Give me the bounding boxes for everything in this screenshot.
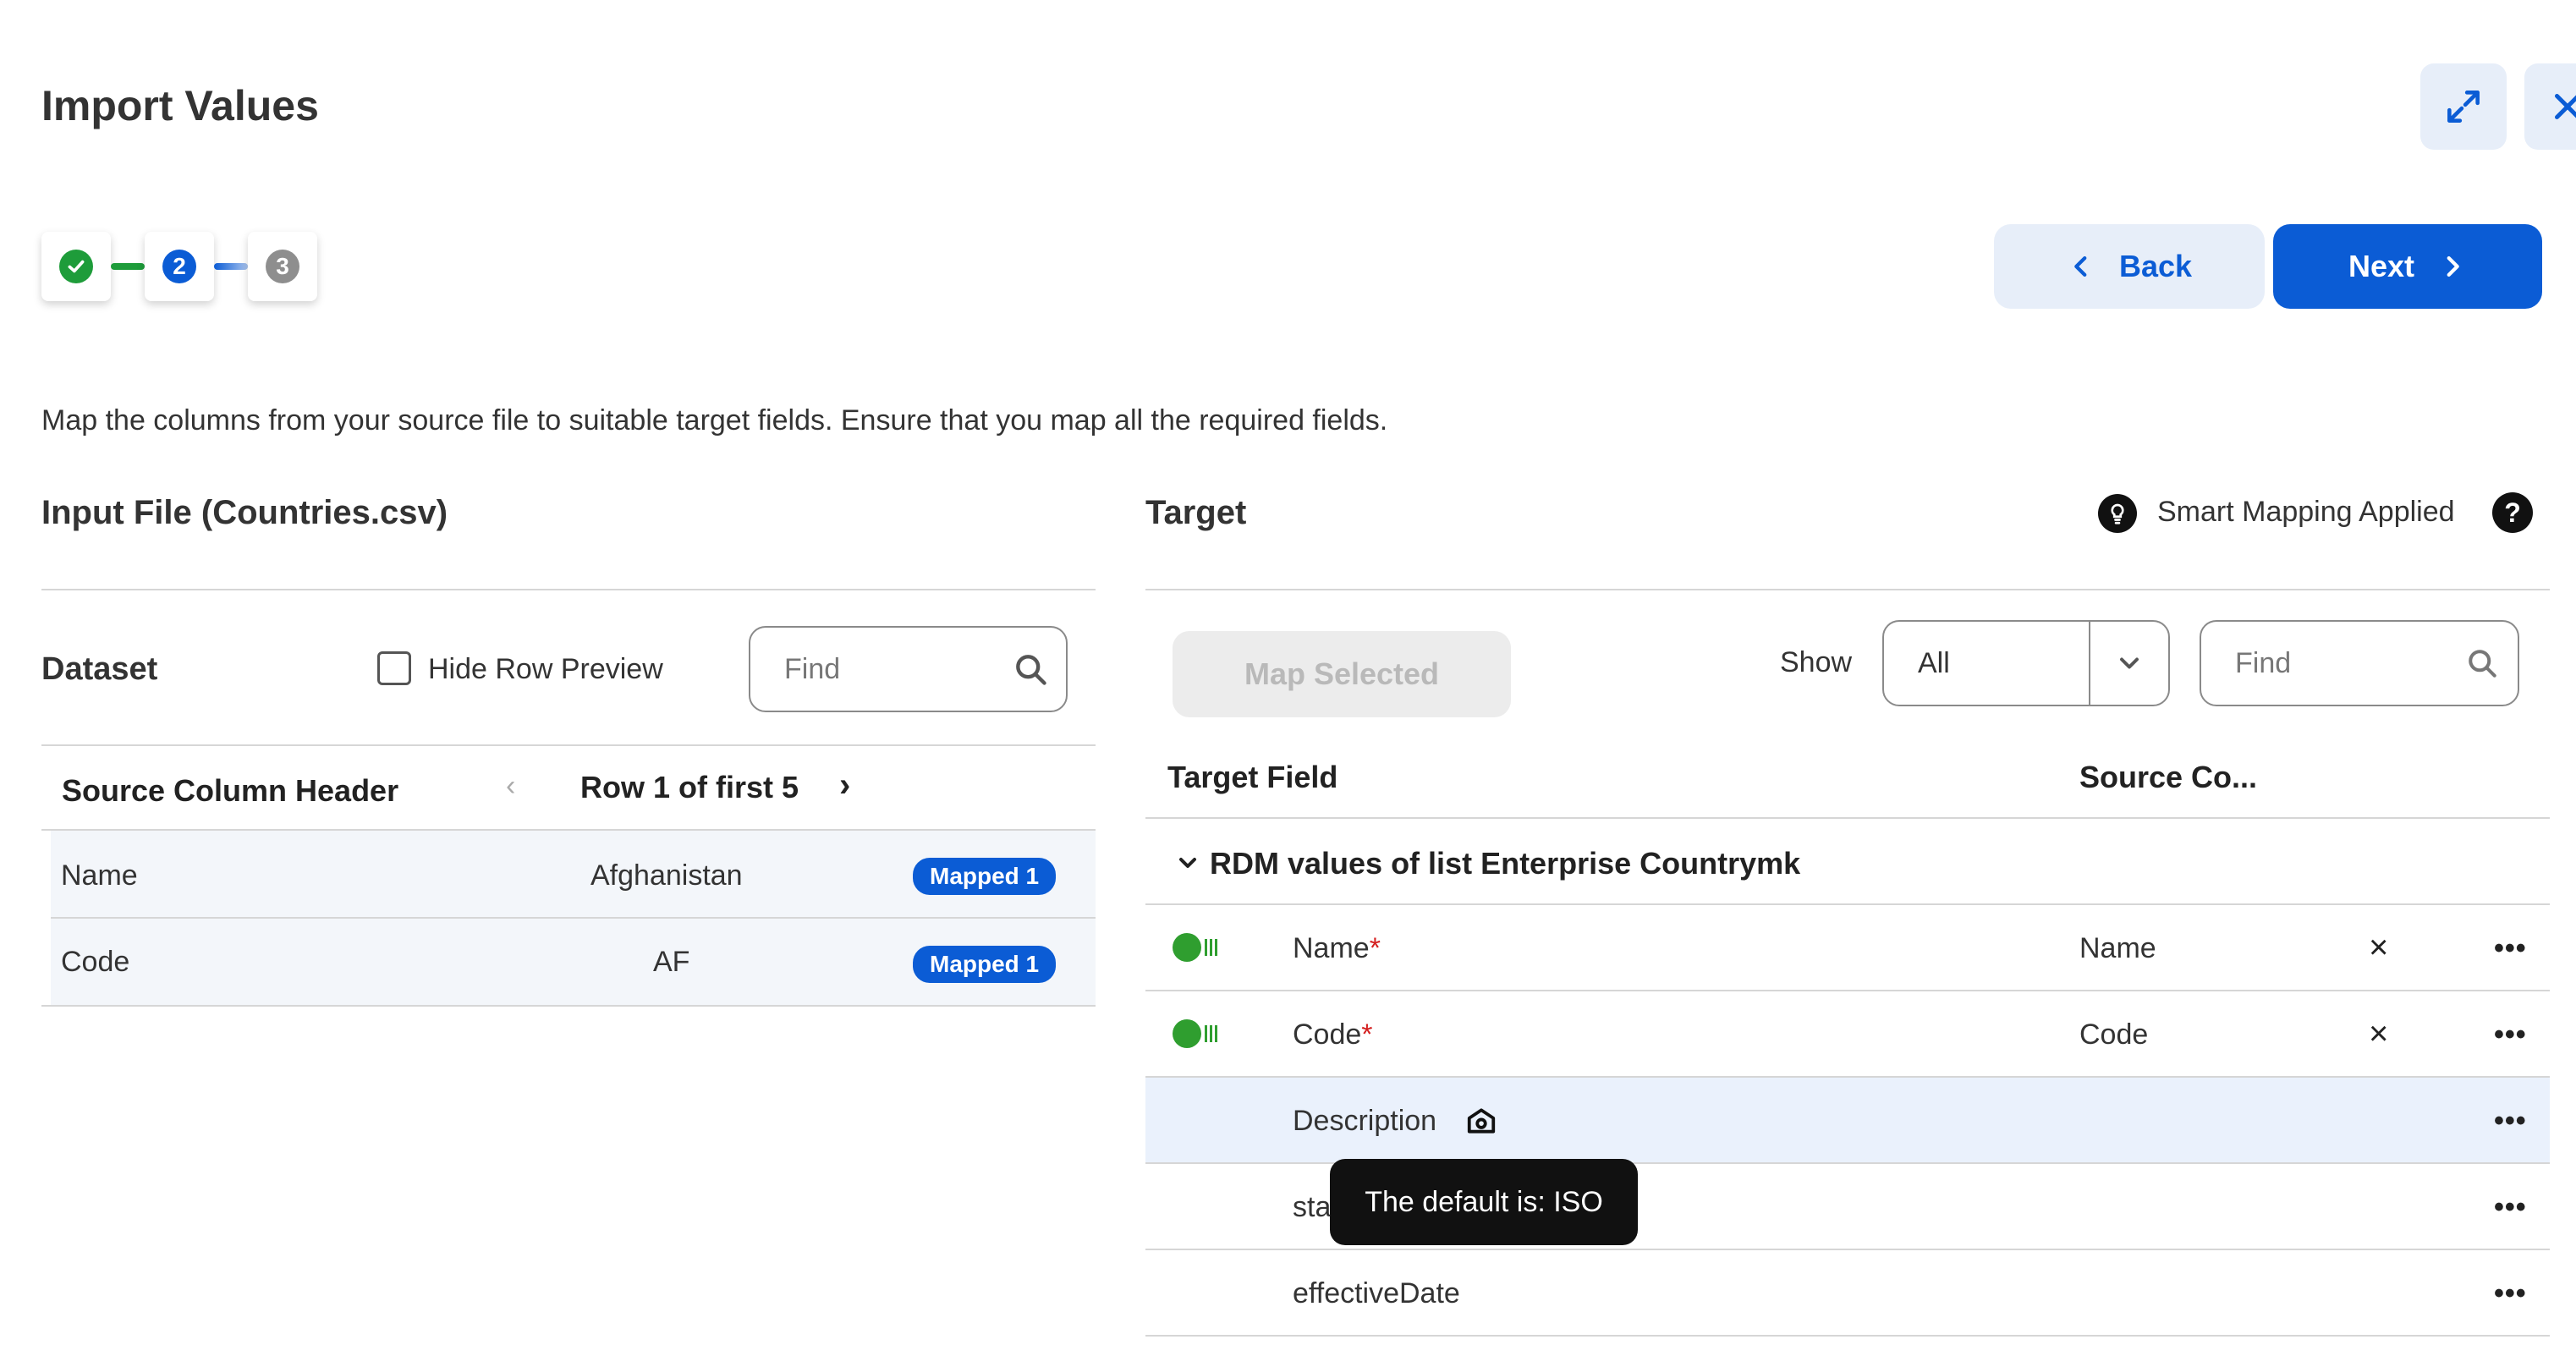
step-2[interactable]: 2: [145, 232, 214, 301]
back-label: Back: [2118, 249, 2193, 283]
target-field-description[interactable]: Description: [1293, 1105, 1436, 1138]
source-column-header: Source Column Header: [62, 773, 399, 808]
more-options-icon[interactable]: •••: [2494, 1105, 2527, 1138]
divider: [1145, 1335, 2550, 1337]
smart-mapping-icon: [2098, 494, 2137, 533]
map-selected-button[interactable]: Map Selected: [1173, 631, 1511, 717]
more-options-icon[interactable]: •••: [2494, 1277, 2527, 1310]
find-placeholder: Find: [784, 652, 841, 685]
smart-mapping-label: Smart Mapping Applied: [2157, 496, 2455, 528]
remove-mapping-icon[interactable]: ×: [2369, 1015, 2388, 1053]
group-label: RDM values of list Enterprise Countrymk: [1210, 846, 1801, 881]
next-label: Next: [2348, 249, 2415, 283]
target-field-effective-date[interactable]: effectiveDate: [1293, 1277, 1460, 1310]
more-options-icon[interactable]: •••: [2494, 1018, 2527, 1051]
dataset-label: Dataset: [41, 651, 158, 687]
divider: [1145, 589, 2550, 590]
step-3[interactable]: 3: [248, 232, 317, 301]
input-file-title: Input File (Countries.csv): [41, 494, 448, 531]
next-row-chevron-icon[interactable]: ›: [839, 766, 850, 804]
mapped-source-column: Name: [2079, 932, 2156, 964]
target-field-header: Target Field: [1167, 760, 1338, 794]
step-number: 3: [266, 250, 299, 283]
smart-mapped-icon: [1173, 933, 1217, 962]
row-source-header: Name: [61, 859, 138, 892]
help-icon[interactable]: ?: [2492, 492, 2533, 533]
step-number: 2: [162, 250, 196, 283]
target-title: Target: [1145, 494, 1247, 531]
default-value-tooltip: The default is: ISO: [1330, 1159, 1638, 1245]
instructions-text: Map the columns from your source file to…: [41, 404, 1388, 436]
target-find-input[interactable]: Find: [2200, 620, 2519, 706]
divider: [1145, 990, 2550, 991]
expand-button[interactable]: [2420, 63, 2507, 150]
divider: [1145, 903, 2550, 905]
show-filter-select[interactable]: All: [1882, 620, 2170, 706]
check-icon: [59, 250, 93, 283]
divider: [41, 1005, 1096, 1007]
show-label: Show: [1780, 646, 1853, 678]
divider: [41, 589, 1096, 590]
back-button[interactable]: Back: [1994, 224, 2265, 309]
mapped-badge[interactable]: Mapped 1: [913, 858, 1057, 895]
prev-row-chevron-icon[interactable]: ‹: [506, 770, 515, 803]
close-icon: [2555, 94, 2576, 119]
target-field-status[interactable]: sta: [1293, 1191, 1331, 1224]
more-options-icon[interactable]: •••: [2494, 1191, 2527, 1224]
divider: [41, 744, 1096, 746]
close-button[interactable]: [2524, 63, 2576, 150]
target-field-code[interactable]: Code*: [1293, 1018, 1373, 1051]
find-placeholder: Find: [2235, 646, 2292, 679]
hide-row-preview-label: Hide Row Preview: [428, 653, 663, 685]
divider: [1145, 817, 2550, 819]
chevron-down-icon[interactable]: [1174, 849, 1201, 881]
default-value-icon[interactable]: [1465, 1105, 1497, 1141]
more-options-icon[interactable]: •••: [2494, 932, 2527, 965]
search-icon: [2469, 650, 2496, 678]
next-button[interactable]: Next: [2273, 224, 2542, 309]
row-preview-value: AF: [653, 946, 690, 978]
hide-row-preview-checkbox[interactable]: [377, 651, 411, 685]
step-connector: [214, 263, 248, 270]
mapped-badge[interactable]: Mapped 1: [913, 946, 1057, 983]
page-title: Import Values: [41, 82, 319, 129]
search-icon: [1016, 655, 1046, 685]
chevron-left-icon: [2074, 255, 2087, 277]
remove-mapping-icon[interactable]: ×: [2369, 929, 2388, 967]
smart-mapped-icon: [1173, 1019, 1217, 1048]
chevron-down-icon: [2089, 622, 2168, 705]
chevron-right-icon: [2447, 255, 2459, 277]
step-1[interactable]: [41, 232, 111, 301]
target-field-name[interactable]: Name*: [1293, 932, 1381, 965]
divider: [1145, 1249, 2550, 1250]
expand-arrows-icon: [2447, 91, 2480, 123]
source-column-header: Source Co...: [2079, 760, 2258, 794]
dataset-find-input[interactable]: Find: [749, 626, 1068, 712]
step-connector: [111, 263, 145, 270]
mapped-source-column: Code: [2079, 1018, 2149, 1051]
show-filter-value: All: [1918, 646, 1950, 679]
row-preview-value: Afghanistan: [590, 859, 743, 892]
row-navigation-label: Row 1 of first 5: [580, 770, 799, 804]
row-source-header: Code: [61, 946, 130, 978]
